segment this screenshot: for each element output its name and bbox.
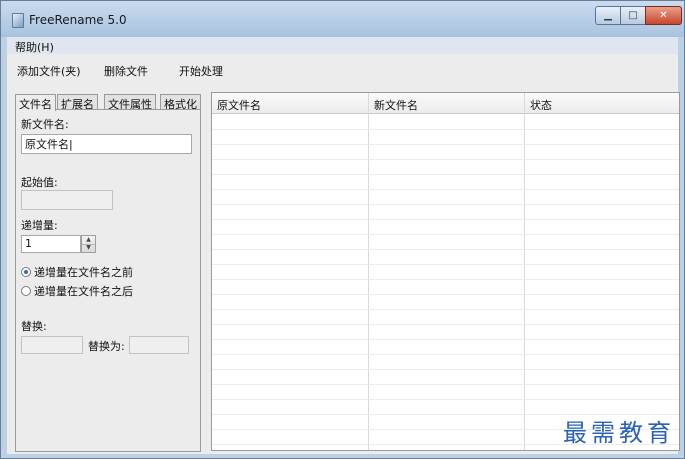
row-divider (212, 384, 679, 385)
replace-with-input[interactable] (129, 336, 189, 354)
radio-before-label: 递增量在文件名之前 (34, 266, 133, 279)
row-divider (212, 264, 679, 265)
menu-help[interactable]: 帮助(H) (15, 39, 54, 55)
replace-label: 替换: (21, 320, 47, 333)
radio-after-row[interactable]: 递增量在文件名之后 (21, 283, 133, 299)
app-icon (12, 13, 24, 28)
row-divider (212, 204, 679, 205)
watermark-text: 最需教育 (563, 419, 675, 447)
tab-filename[interactable]: 文件名 (15, 94, 56, 111)
maximize-icon: □ (628, 10, 638, 21)
increment-label: 递增量: (21, 219, 58, 232)
stepper-down-icon[interactable]: ▼ (82, 244, 95, 252)
start-processing-button[interactable]: 开始处理 (179, 63, 223, 79)
client-area: 添加文件(夹) 删除文件 开始处理 文件名 扩展名 文件属性 格式化 新文件名:… (7, 54, 680, 454)
row-divider (212, 219, 679, 220)
row-divider (212, 339, 679, 340)
row-divider (212, 144, 679, 145)
filename-panel: 新文件名: 原文件名| 起始值: 递增量: 1 ▲ ▼ 递增量在文件名之前 递增… (15, 109, 201, 452)
radio-before[interactable] (21, 267, 31, 277)
row-divider (212, 249, 679, 250)
new-name-label: 新文件名: (21, 118, 69, 131)
delete-files-button[interactable]: 删除文件 (104, 63, 148, 79)
file-table[interactable]: 原文件名 新文件名 状态 (211, 92, 680, 451)
tab-strip: 文件名 扩展名 文件属性 格式化 (15, 94, 205, 111)
row-divider (212, 324, 679, 325)
minimize-button[interactable]: ▁ (595, 6, 621, 25)
replace-with-label: 替换为: (88, 340, 125, 353)
row-divider (212, 174, 679, 175)
close-button[interactable]: ✕ (645, 6, 682, 25)
row-divider (212, 129, 679, 130)
row-divider (212, 354, 679, 355)
row-divider (212, 189, 679, 190)
maximize-button[interactable]: □ (620, 6, 646, 25)
start-value-label: 起始值: (21, 176, 58, 189)
start-value-input[interactable] (21, 190, 113, 210)
tab-format[interactable]: 格式化 (160, 94, 201, 111)
tab-file-attributes[interactable]: 文件属性 (104, 94, 156, 111)
add-files-button[interactable]: 添加文件(夹) (17, 63, 81, 79)
row-divider (212, 369, 679, 370)
row-divider (212, 279, 679, 280)
row-divider (212, 294, 679, 295)
radio-after[interactable] (21, 286, 31, 296)
replace-input[interactable] (21, 336, 83, 354)
menu-bar: 帮助(H) (7, 37, 678, 55)
radio-before-row[interactable]: 递增量在文件名之前 (21, 264, 133, 280)
close-icon: ✕ (659, 10, 668, 21)
increment-input[interactable]: 1 (21, 235, 81, 253)
increment-stepper[interactable]: ▲ ▼ (81, 235, 96, 253)
row-divider (212, 234, 679, 235)
new-name-input[interactable]: 原文件名| (21, 134, 192, 154)
title-bar[interactable]: FreeRename 5.0 ▁ □ ✕ (1, 1, 684, 37)
row-divider (212, 399, 679, 400)
tab-extension[interactable]: 扩展名 (57, 94, 98, 111)
column-status[interactable]: 状态 (530, 97, 552, 113)
minimize-icon: ▁ (604, 10, 612, 21)
table-body (212, 114, 679, 450)
column-new-name[interactable]: 新文件名 (374, 97, 418, 113)
toolbar: 添加文件(夹) 删除文件 开始处理 (7, 54, 678, 86)
row-divider (212, 159, 679, 160)
window-title: FreeRename 5.0 (29, 13, 127, 27)
table-header: 原文件名 新文件名 状态 (212, 93, 679, 114)
column-original-name[interactable]: 原文件名 (217, 97, 261, 113)
app-window: FreeRename 5.0 ▁ □ ✕ 帮助(H) 添加文件(夹) 删除文件 … (0, 0, 685, 459)
radio-after-label: 递增量在文件名之后 (34, 285, 133, 298)
row-divider (212, 309, 679, 310)
